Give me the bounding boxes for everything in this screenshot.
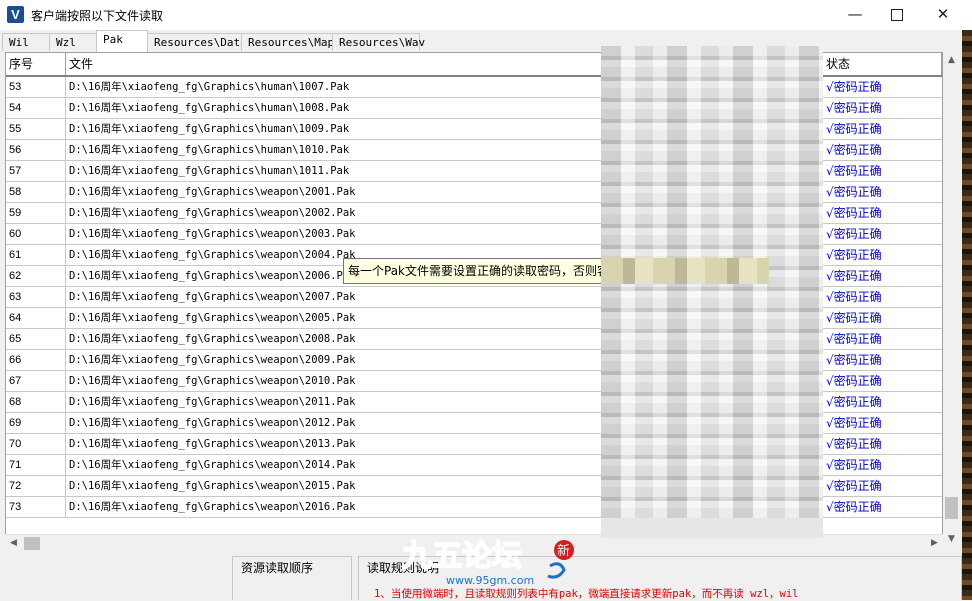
scroll-right-icon[interactable]: ▶: [926, 535, 943, 552]
cell-no: 55: [6, 119, 66, 139]
redacted-area-bottom: [601, 518, 823, 538]
cell-no: 63: [6, 287, 66, 307]
header-status[interactable]: 状态: [823, 53, 942, 75]
horizontal-scroll-thumb[interactable]: [24, 537, 40, 550]
cell-status: √密码正确: [826, 80, 882, 94]
cell-status: √密码正确: [826, 122, 882, 136]
minimize-icon: —: [847, 5, 863, 23]
cell-status: √密码正确: [826, 101, 882, 115]
cell-status: √密码正确: [826, 395, 882, 409]
cell-no: 70: [6, 434, 66, 454]
tab-wzl[interactable]: Wzl: [49, 33, 97, 51]
scroll-up-icon[interactable]: ▲: [943, 52, 960, 69]
window-title: 客户端按照以下文件读取: [31, 9, 164, 23]
cell-no: 68: [6, 392, 66, 412]
tab-resources-map[interactable]: Resources\Map: [241, 33, 334, 51]
cell-no: 65: [6, 329, 66, 349]
cell-status: √密码正确: [826, 290, 882, 304]
tab-resources-data[interactable]: Resources\Data: [147, 33, 247, 51]
cell-status: √密码正确: [826, 185, 882, 199]
cell-status: √密码正确: [826, 500, 882, 514]
cell-no: 57: [6, 161, 66, 181]
tooltip: 每一个Pak文件需要设置正确的读取密码，否则客: [343, 258, 601, 284]
cell-status: √密码正确: [826, 416, 882, 430]
title-bar: V 客户端按照以下文件读取 — ✕: [0, 0, 972, 30]
tab-wil[interactable]: Wil: [2, 33, 50, 51]
cell-no: 60: [6, 224, 66, 244]
vertical-scrollbar[interactable]: ▲ ▼: [943, 52, 960, 548]
cell-status: √密码正确: [826, 332, 882, 346]
cell-status: √密码正确: [826, 374, 882, 388]
header-no[interactable]: 序号: [6, 53, 66, 75]
cell-no: 72: [6, 476, 66, 496]
watermark-title: 九五论坛: [402, 539, 522, 574]
cell-status: √密码正确: [826, 248, 882, 262]
app-v-icon: V: [7, 6, 24, 23]
cell-status: √密码正确: [826, 311, 882, 325]
watermark-url: www.95gm.com: [446, 574, 534, 586]
cell-no: 56: [6, 140, 66, 160]
cell-status: √密码正确: [826, 164, 882, 178]
cell-no: 58: [6, 182, 66, 202]
watermark-badge-text: 新: [557, 543, 570, 559]
background-window-edge: [962, 30, 972, 600]
maximize-button[interactable]: [874, 0, 920, 30]
maximize-icon: [891, 8, 903, 21]
cell-status: √密码正确: [826, 353, 882, 367]
load-order-panel: 资源读取顺序: [232, 556, 352, 600]
cell-no: 54: [6, 98, 66, 118]
cell-status: √密码正确: [826, 227, 882, 241]
cell-no: 69: [6, 413, 66, 433]
cell-status: √密码正确: [826, 269, 882, 283]
redacted-tooltip-area: [601, 258, 769, 284]
cell-no: 66: [6, 350, 66, 370]
cell-no: 62: [6, 266, 66, 286]
cell-no: 71: [6, 455, 66, 475]
rule-line: 1、当使用微端时，且读取规则列表中有pak，微端直接请求更新pak，而不再读 w…: [374, 588, 799, 600]
tab-resources-wav[interactable]: Resources\Wav: [332, 33, 425, 51]
cell-status: √密码正确: [826, 479, 882, 493]
cell-no: 73: [6, 497, 66, 517]
cell-no: 53: [6, 77, 66, 97]
close-icon: ✕: [936, 5, 950, 23]
cell-no: 64: [6, 308, 66, 328]
cell-no: 61: [6, 245, 66, 265]
cell-status: √密码正确: [826, 458, 882, 472]
cell-status: √密码正确: [826, 143, 882, 157]
close-button[interactable]: ✕: [920, 0, 966, 30]
cell-no: 59: [6, 203, 66, 223]
tab-strip: Wil Wzl Pak Resources\Data Resources\Map…: [0, 30, 972, 52]
scroll-down-icon[interactable]: ▼: [943, 531, 960, 548]
cell-status: √密码正确: [826, 206, 882, 220]
scroll-left-icon[interactable]: ◀: [5, 535, 22, 552]
swirl-icon: [547, 562, 566, 579]
cell-no: 67: [6, 371, 66, 391]
vertical-scroll-thumb[interactable]: [945, 497, 958, 519]
load-order-title: 资源读取顺序: [239, 559, 316, 576]
minimize-button[interactable]: —: [832, 0, 878, 30]
tab-pak[interactable]: Pak: [96, 30, 148, 52]
forum-watermark-logo: 九五论坛 www.95gm.com 新: [401, 538, 574, 586]
cell-status: √密码正确: [826, 437, 882, 451]
